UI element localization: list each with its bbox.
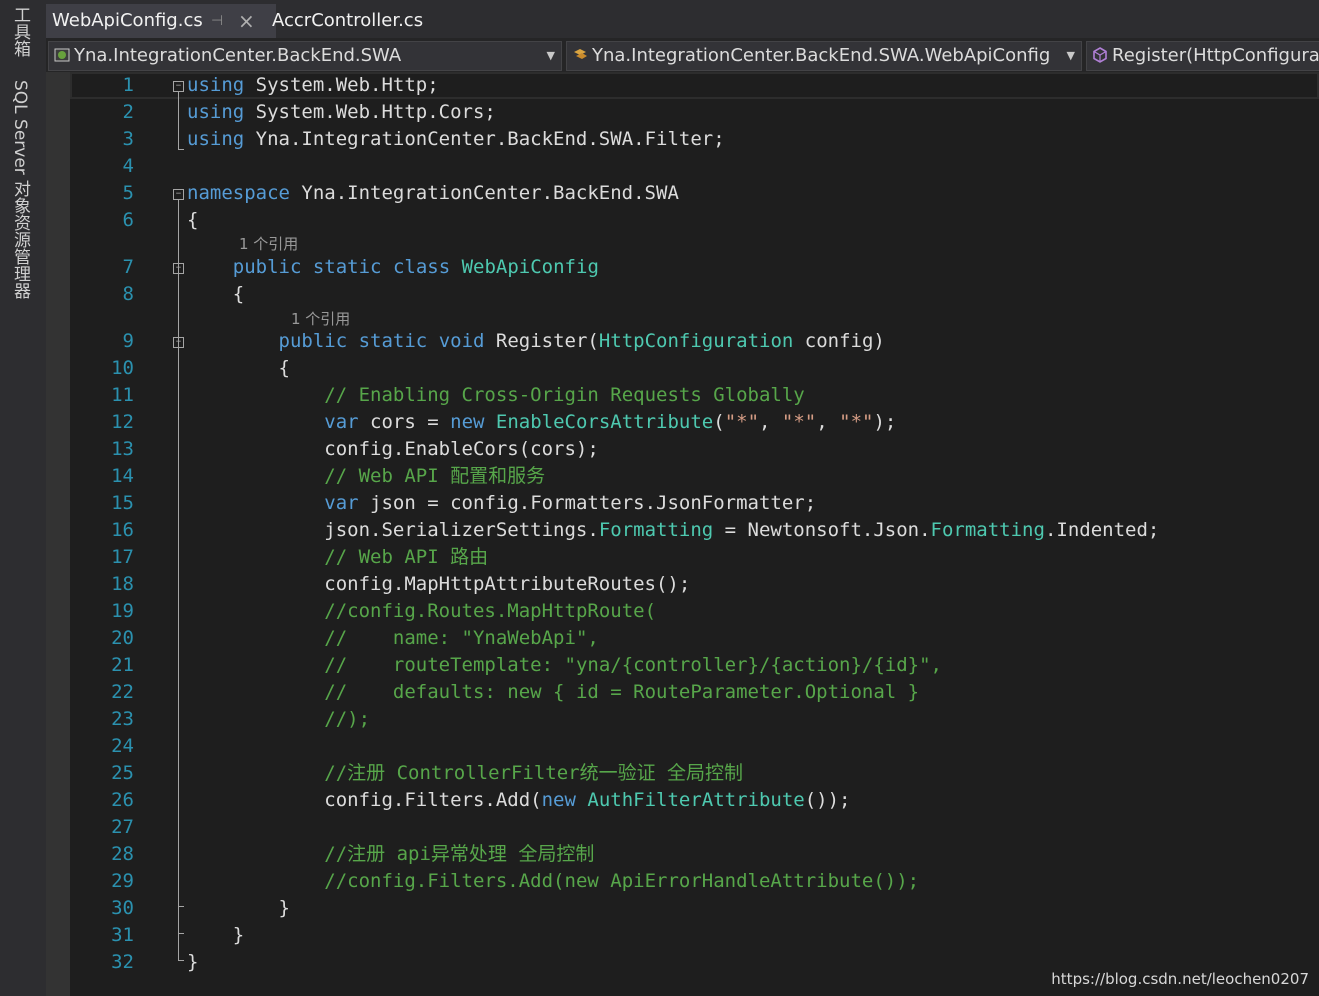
codelens-references[interactable]: 1 个引用 <box>291 309 350 329</box>
line-number: 17 <box>111 546 134 568</box>
line-number: 3 <box>122 128 134 150</box>
chevron-down-icon: ▼ <box>546 49 555 62</box>
code-line: // Web API 路由 <box>324 546 489 568</box>
class-icon <box>574 49 587 59</box>
code-line: public static void Register(HttpConfigur… <box>278 330 885 352</box>
line-number: 29 <box>111 870 134 892</box>
line-number: 18 <box>111 573 134 595</box>
code-line: var cors = new EnableCorsAttribute("*", … <box>324 411 897 433</box>
line-number: 26 <box>111 789 134 811</box>
code-line: //config.Filters.Add(new ApiErrorHandleA… <box>324 870 920 892</box>
member-dropdown[interactable]: Register(HttpConfiguration config) <box>1086 41 1319 71</box>
collapse-toggle[interactable]: − <box>173 81 184 92</box>
code-line: { <box>187 283 245 305</box>
close-icon[interactable]: × <box>238 4 255 38</box>
code-line: // name: "YnaWebApi", <box>324 627 599 649</box>
member-name: Register(HttpConfiguration config) <box>1112 45 1319 66</box>
outline-guide <box>178 149 184 150</box>
project-dropdown[interactable]: Yna.IntegrationCenter.BackEnd.SWA ▼ <box>48 41 562 71</box>
class-dropdown[interactable]: Yna.IntegrationCenter.BackEnd.SWA.WebApi… <box>566 41 1082 71</box>
line-number: 4 <box>122 155 134 177</box>
toolbox-tab[interactable]: 工具箱 <box>8 6 33 57</box>
line-number: 7 <box>122 256 134 278</box>
code-line: config.EnableCors(cors); <box>187 438 599 460</box>
line-number: 28 <box>111 843 134 865</box>
outline-guide <box>178 906 184 907</box>
line-number: 5 <box>122 182 134 204</box>
line-number: 31 <box>111 924 134 946</box>
line-number: 27 <box>111 816 134 838</box>
watermark: https://blog.csdn.net/leochen0207 <box>1051 970 1309 988</box>
code-line: } <box>187 924 245 946</box>
line-number: 25 <box>111 762 134 784</box>
line-number: 1 <box>122 74 134 96</box>
left-tool-strip: 工具箱 SQL Server 对象资源管理器 <box>0 0 46 996</box>
code-line: // Web API 配置和服务 <box>324 465 546 487</box>
code-line: // routeTemplate: "yna/{controller}/{act… <box>324 654 942 676</box>
line-number: 8 <box>122 283 134 305</box>
line-number: 12 <box>111 411 134 433</box>
code-line: using System.Web.Http.Cors; <box>187 101 496 123</box>
code-line: using System.Web.Http; <box>187 74 439 96</box>
selection-margin <box>46 72 70 996</box>
line-number: 9 <box>122 330 134 352</box>
document-tab-bar: WebApiConfig.cs ⊣ × AccrController.cs <box>46 0 1319 38</box>
code-line: } <box>187 897 290 919</box>
code-editor[interactable]: 1 2 3 4 5 6 7 8 9 10 11 12 13 14 15 16 1… <box>70 72 1319 996</box>
code-line: var json = config.Formatters.JsonFormatt… <box>324 492 817 514</box>
code-line: json.SerializerSettings.Formatting = New… <box>187 519 1160 541</box>
code-line: //注册 ControllerFilter统一验证 全局控制 <box>324 762 744 784</box>
tab-accrcontroller[interactable]: AccrController.cs <box>266 4 429 38</box>
collapse-toggle[interactable]: − <box>173 263 184 274</box>
pin-icon[interactable]: ⊣ <box>211 4 223 38</box>
line-number: 2 <box>122 101 134 123</box>
line-number: 15 <box>111 492 134 514</box>
class-name: Yna.IntegrationCenter.BackEnd.SWA.WebApi… <box>592 45 1051 66</box>
line-number: 22 <box>111 681 134 703</box>
line-number: 32 <box>111 951 134 973</box>
line-number: 16 <box>111 519 134 541</box>
line-number: 20 <box>111 627 134 649</box>
outline-guide <box>178 200 179 960</box>
outline-guide <box>178 92 179 149</box>
code-line: { <box>187 357 290 379</box>
line-number: 13 <box>111 438 134 460</box>
code-line: config.Filters.Add(new AuthFilterAttribu… <box>187 789 851 811</box>
code-line: namespace Yna.IntegrationCenter.BackEnd.… <box>187 182 679 204</box>
line-number: 10 <box>111 357 134 379</box>
sql-server-object-explorer-tab[interactable]: SQL Server 对象资源管理器 <box>8 80 33 299</box>
codelens-references[interactable]: 1 个引用 <box>239 234 298 254</box>
chevron-down-icon: ▼ <box>1066 49 1075 62</box>
tab-label: WebApiConfig.cs <box>52 10 203 31</box>
navigation-bar: Yna.IntegrationCenter.BackEnd.SWA ▼ Yna.… <box>46 38 1319 73</box>
code-line: // Enabling Cross-Origin Requests Global… <box>324 384 805 406</box>
tab-webapiconfig[interactable]: WebApiConfig.cs ⊣ × <box>46 4 276 38</box>
outline-guide <box>178 933 184 934</box>
code-line: //注册 api异常处理 全局控制 <box>324 843 595 865</box>
code-line: //config.Routes.MapHttpRoute( <box>324 600 657 622</box>
line-number: 6 <box>122 209 134 231</box>
code-line: using Yna.IntegrationCenter.BackEnd.SWA.… <box>187 128 725 150</box>
tab-label: AccrController.cs <box>272 10 424 31</box>
collapse-toggle[interactable]: − <box>173 189 184 200</box>
line-number: 14 <box>111 465 134 487</box>
line-number: 21 <box>111 654 134 676</box>
code-line: public static class WebApiConfig <box>232 256 599 278</box>
code-line: //); <box>324 708 371 730</box>
csharp-project-icon <box>54 48 70 62</box>
code-line: // defaults: new { id = RouteParameter.O… <box>324 681 920 703</box>
line-number: 23 <box>111 708 134 730</box>
line-number: 24 <box>111 735 134 757</box>
project-name: Yna.IntegrationCenter.BackEnd.SWA <box>74 45 402 66</box>
code-line: { <box>187 209 199 231</box>
code-line: config.MapHttpAttributeRoutes(); <box>187 573 691 595</box>
code-line: } <box>187 951 199 973</box>
outline-guide <box>178 960 184 961</box>
line-number: 19 <box>111 600 134 622</box>
collapse-toggle[interactable]: − <box>173 337 184 348</box>
line-number: 11 <box>111 384 134 406</box>
method-icon <box>1093 47 1107 63</box>
line-number: 30 <box>111 897 134 919</box>
